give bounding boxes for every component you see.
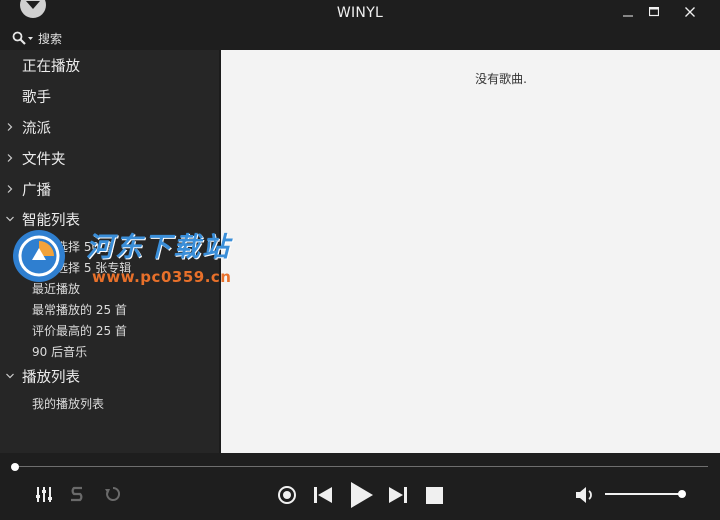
play-button[interactable] (347, 480, 377, 510)
stop-after-button[interactable] (276, 484, 298, 506)
stop-button[interactable] (423, 484, 445, 506)
seek-bar[interactable] (15, 466, 708, 467)
search-icon (12, 31, 33, 45)
sidebar-item-label: 文件夹 (22, 151, 66, 168)
smart-list-item[interactable]: 最常播放的 25 首 (32, 299, 127, 319)
sidebar-item-label: 正在播放 (22, 58, 80, 75)
watermark-title: 河东下载站 (86, 232, 231, 263)
volume-handle[interactable] (678, 490, 686, 498)
shuffle-icon (71, 486, 83, 502)
sidebar-item-now-playing[interactable]: 正在播放 (0, 50, 219, 80)
play-icon (351, 482, 373, 508)
sidebar-item-label: 流派 (22, 120, 51, 137)
repeat-button[interactable] (103, 484, 123, 504)
volume-slider[interactable] (605, 493, 682, 495)
sidebar-item-radio[interactable]: 广播 (0, 174, 219, 204)
chevron-down-icon (6, 216, 14, 222)
record-icon (278, 486, 296, 504)
maximize-icon (649, 7, 659, 17)
chevron-down-icon (6, 373, 14, 379)
watermark-logo-icon (13, 230, 65, 282)
repeat-icon (105, 486, 121, 501)
sidebar-item-playlists[interactable]: 播放列表 (0, 361, 219, 391)
sidebar-item-label: 广播 (22, 182, 51, 199)
smart-list-item[interactable]: 评价最高的 25 首 (32, 320, 127, 340)
empty-list-message: 没有歌曲. (475, 72, 527, 86)
watermark-url: www.pc0359.cn (92, 268, 232, 286)
smart-list-item[interactable]: 90 后音乐 (32, 341, 87, 361)
next-button[interactable] (387, 484, 409, 506)
skip-previous-icon (314, 487, 332, 503)
mute-button[interactable] (575, 485, 597, 505)
track-list-panel[interactable]: 没有歌曲. (221, 50, 720, 453)
close-button[interactable] (672, 0, 708, 24)
shuffle-button[interactable] (67, 484, 87, 504)
stop-icon (425, 486, 443, 504)
playlist-item[interactable]: 我的播放列表 (32, 393, 104, 413)
close-icon (685, 7, 695, 17)
sidebar-item-label: 歌手 (22, 89, 51, 106)
volume-icon (576, 487, 592, 503)
chevron-right-icon (7, 185, 13, 193)
chevron-right-icon (7, 154, 13, 162)
search-label: 搜索 (38, 31, 63, 46)
equalizer-button[interactable] (34, 484, 54, 504)
maximize-button[interactable] (636, 0, 672, 24)
previous-button[interactable] (312, 484, 334, 506)
title-bar: WINYL (0, 0, 720, 28)
equalizer-icon (36, 487, 52, 502)
minimize-icon (623, 15, 633, 17)
sidebar-item-artists[interactable]: 歌手 (0, 81, 219, 111)
search-button[interactable]: 搜索 (12, 28, 62, 48)
skip-next-icon (389, 487, 407, 503)
seek-handle[interactable] (11, 463, 19, 471)
sidebar-item-folders[interactable]: 文件夹 (0, 143, 219, 173)
sidebar-item-genres[interactable]: 流派 (0, 112, 219, 142)
chevron-right-icon (7, 123, 13, 131)
sidebar-item-label: 播放列表 (22, 369, 80, 386)
